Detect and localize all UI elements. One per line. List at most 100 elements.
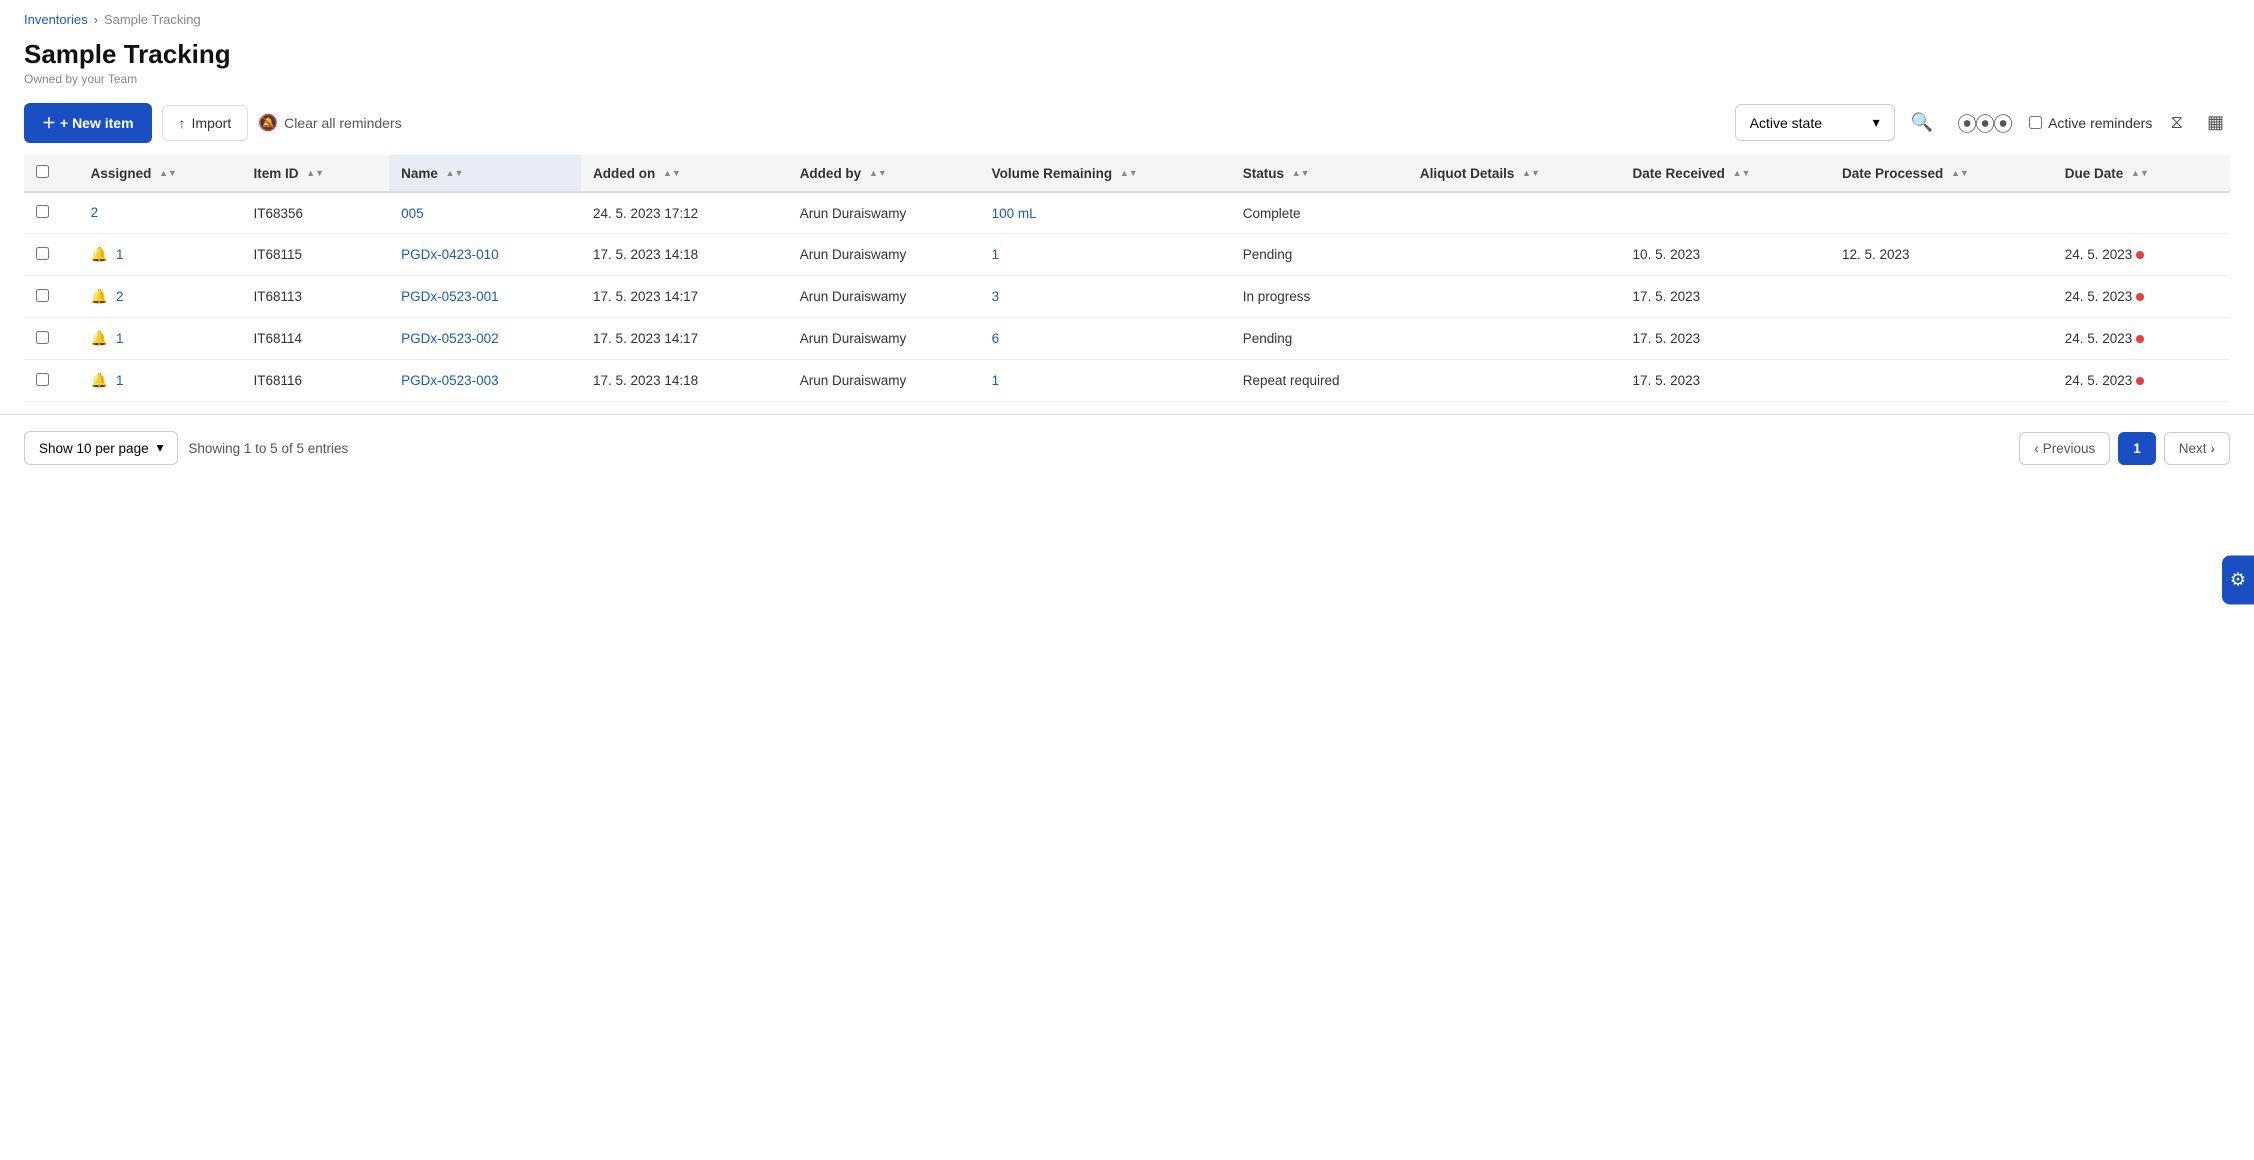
previous-button[interactable]: ‹ Previous (2019, 432, 2110, 465)
row-checkbox-cell[interactable] (24, 192, 79, 234)
sort-icons-addedby: ▲▼ (869, 169, 887, 178)
row-added-on: 17. 5. 2023 14:18 (581, 234, 788, 276)
bell-icon[interactable]: 🔔 (91, 288, 108, 305)
row-volume[interactable]: 1 (980, 234, 1231, 276)
row-checkbox[interactable] (36, 331, 49, 344)
row-volume-link[interactable]: 3 (992, 289, 1000, 304)
toolbar: ＋ + New item ↑ Import 🔕 Clear all remind… (0, 102, 2254, 155)
row-name[interactable]: PGDx-0523-003 (389, 360, 581, 402)
col-header-itemid[interactable]: Item ID ▲▼ (242, 155, 390, 192)
row-name[interactable]: 005 (389, 192, 581, 234)
per-page-label: Show 10 per page (39, 441, 149, 456)
row-checkbox[interactable] (36, 289, 49, 302)
due-date-dot (2136, 293, 2144, 301)
next-button[interactable]: Next › (2164, 432, 2230, 465)
sort-icons-duedate: ▲▼ (2131, 169, 2149, 178)
import-icon: ↑ (179, 115, 186, 131)
table-row: 🔔2IT68113PGDx-0523-00117. 5. 2023 14:17A… (24, 276, 2230, 318)
active-state-dropdown[interactable]: Active state ▾ (1735, 104, 1895, 141)
row-volume-link[interactable]: 6 (992, 331, 1000, 346)
row-volume[interactable]: 100 mL (980, 192, 1231, 234)
row-date-received (1621, 192, 1830, 234)
import-button[interactable]: ↑ Import (162, 105, 249, 141)
row-checkbox[interactable] (36, 373, 49, 386)
assigned-number[interactable]: 1 (116, 247, 124, 262)
col-header-status[interactable]: Status ▲▼ (1231, 155, 1408, 192)
barcode-icon: ⦿⦿⦿ (1957, 108, 2011, 137)
filter-button[interactable]: ⧖ (2164, 106, 2189, 139)
row-aliquot (1408, 360, 1621, 402)
assigned-number[interactable]: 2 (91, 205, 99, 220)
row-date-processed (1830, 360, 2053, 402)
row-name-link[interactable]: PGDx-0523-003 (401, 373, 499, 388)
page-1-button[interactable]: 1 (2118, 432, 2156, 465)
row-volume[interactable]: 3 (980, 276, 1231, 318)
row-name[interactable]: PGDx-0523-001 (389, 276, 581, 318)
per-page-dropdown[interactable]: Show 10 per page ▾ (24, 431, 178, 465)
select-all-header[interactable] (24, 155, 79, 192)
row-checkbox-cell[interactable] (24, 234, 79, 276)
col-header-name[interactable]: Name ▲▼ (389, 155, 581, 192)
row-volume-link[interactable]: 1 (992, 247, 1000, 262)
col-header-volume[interactable]: Volume Remaining ▲▼ (980, 155, 1231, 192)
col-header-duedate[interactable]: Due Date ▲▼ (2053, 155, 2230, 192)
active-reminders-checkbox[interactable] (2029, 116, 2042, 129)
row-name-link[interactable]: PGDx-0523-001 (401, 289, 499, 304)
support-button[interactable]: ⚙ (2222, 556, 2254, 605)
row-assigned: 🔔2 (79, 276, 242, 317)
row-name-link[interactable]: PGDx-0423-010 (401, 247, 499, 262)
col-header-assigned[interactable]: Assigned ▲▼ (79, 155, 242, 192)
row-volume-link[interactable]: 100 mL (992, 206, 1037, 221)
main-table: Assigned ▲▼ Item ID ▲▼ Name ▲▼ Added on … (24, 155, 2230, 402)
row-due-date: 24. 5. 2023 (2053, 360, 2230, 402)
row-checkbox-cell[interactable] (24, 318, 79, 360)
search-button[interactable]: 🔍 (1905, 106, 1939, 139)
row-checkbox[interactable] (36, 205, 49, 218)
row-assigned: 2 (79, 193, 242, 232)
row-date-processed (1830, 192, 2053, 234)
row-checkbox-cell[interactable] (24, 276, 79, 318)
row-item-id: IT68116 (242, 360, 390, 402)
row-name[interactable]: PGDx-0423-010 (389, 234, 581, 276)
col-header-addedon[interactable]: Added on ▲▼ (581, 155, 788, 192)
clear-reminders-button[interactable]: 🔕 Clear all reminders (258, 113, 401, 133)
row-item-id: IT68115 (242, 234, 390, 276)
new-item-button[interactable]: ＋ + New item (24, 103, 152, 143)
row-added-on: 17. 5. 2023 14:17 (581, 318, 788, 360)
row-name-link[interactable]: 005 (401, 206, 424, 221)
sort-icons-name: ▲▼ (446, 169, 464, 178)
col-header-datereceived[interactable]: Date Received ▲▼ (1621, 155, 1830, 192)
bell-icon[interactable]: 🔔 (91, 246, 108, 263)
row-volume[interactable]: 1 (980, 360, 1231, 402)
assigned-number[interactable]: 1 (116, 331, 124, 346)
row-due-date: 24. 5. 2023 (2053, 276, 2230, 318)
row-status: In progress (1231, 276, 1408, 318)
row-aliquot (1408, 234, 1621, 276)
row-volume[interactable]: 6 (980, 318, 1231, 360)
chart-button[interactable]: ▦ (2201, 106, 2230, 139)
barcode-button[interactable]: ⦿⦿⦿ (1951, 102, 2017, 143)
row-date-received: 17. 5. 2023 (1621, 318, 1830, 360)
col-header-aliquot[interactable]: Aliquot Details ▲▼ (1408, 155, 1621, 192)
table-row: 🔔1IT68114PGDx-0523-00217. 5. 2023 14:17A… (24, 318, 2230, 360)
bell-icon[interactable]: 🔔 (91, 372, 108, 389)
sort-icons-itemid: ▲▼ (306, 169, 324, 178)
row-checkbox[interactable] (36, 247, 49, 260)
sort-icons-datereceived: ▲▼ (1733, 169, 1751, 178)
select-all-checkbox[interactable] (36, 165, 49, 178)
active-reminders-toggle[interactable]: Active reminders (2029, 115, 2152, 131)
row-status: Repeat required (1231, 360, 1408, 402)
row-name[interactable]: PGDx-0523-002 (389, 318, 581, 360)
breadcrumb-parent[interactable]: Inventories (24, 12, 88, 27)
chevron-down-icon: ▾ (1873, 114, 1880, 131)
row-checkbox-cell[interactable] (24, 360, 79, 402)
bell-icon[interactable]: 🔔 (91, 330, 108, 347)
assigned-number[interactable]: 2 (116, 289, 124, 304)
row-name-link[interactable]: PGDx-0523-002 (401, 331, 499, 346)
col-header-dateprocessed[interactable]: Date Processed ▲▼ (1830, 155, 2053, 192)
import-label: Import (192, 115, 232, 131)
assigned-number[interactable]: 1 (116, 373, 124, 388)
due-date-wrap: 24. 5. 2023 (2065, 247, 2218, 262)
row-volume-link[interactable]: 1 (992, 373, 1000, 388)
col-header-addedby[interactable]: Added by ▲▼ (788, 155, 980, 192)
